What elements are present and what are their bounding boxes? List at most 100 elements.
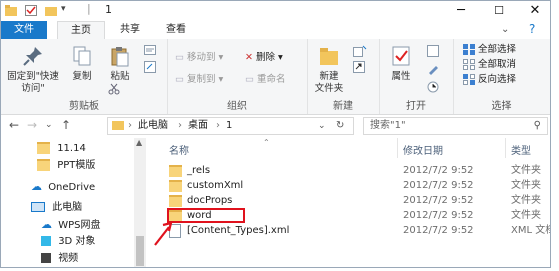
open-icon[interactable] xyxy=(427,45,439,57)
forward-arrow-icon[interactable]: → xyxy=(27,118,37,132)
file-name: [Content_Types].xml xyxy=(187,225,290,236)
nav-item-3d-objects[interactable]: 3D 对象 xyxy=(1,233,95,250)
search-placeholder: 搜索"1" xyxy=(370,120,406,131)
search-box[interactable]: 搜索"1" ⚲ xyxy=(363,117,548,135)
rename-icon: ▭ xyxy=(245,74,254,85)
clipboard-group-label: 剪贴板 xyxy=(69,101,99,112)
column-header-type[interactable]: 类型 xyxy=(511,142,531,157)
folder-icon xyxy=(169,180,182,192)
tab-view[interactable]: 查看 xyxy=(153,21,199,39)
delete-button[interactable]: ✕ 删除 ▾ xyxy=(245,52,283,64)
paste-shortcut-icon[interactable] xyxy=(144,61,156,73)
delete-label: 删除 xyxy=(256,52,276,63)
refresh-icon[interactable]: ↻ xyxy=(336,118,344,134)
move-to-label: 移动到 xyxy=(187,52,216,63)
cube-icon xyxy=(41,236,51,246)
new-folder-button[interactable]: 新建 文件夹 xyxy=(309,45,349,95)
copy-to-button[interactable]: ▭ 复制到 ▾ xyxy=(175,74,223,86)
breadcrumb-desktop[interactable]: 桌面 xyxy=(188,118,208,134)
move-to-button[interactable]: ▭ 移动到 ▾ xyxy=(175,52,223,64)
copy-path-icon[interactable] xyxy=(144,45,156,55)
new-item-icon[interactable] xyxy=(353,45,367,57)
new-folder-quick-icon[interactable] xyxy=(45,5,57,16)
copy-to-icon: ▭ xyxy=(175,74,184,85)
table-row[interactable]: customXml 2012/7/2 9:52 文件夹 xyxy=(147,178,550,193)
address-bar[interactable]: › 此电脑 › 桌面 › 1 ⌄ ↻ xyxy=(107,117,354,135)
file-type: 文件夹 xyxy=(511,195,541,206)
title-separator: | xyxy=(87,2,91,15)
minimize-button[interactable]: ─ xyxy=(441,1,481,21)
select-none-icon xyxy=(463,59,475,70)
file-date: 2012/7/2 9:52 xyxy=(403,180,474,191)
select-none-button[interactable]: 全部取消 xyxy=(463,59,516,71)
edit-icon[interactable] xyxy=(427,63,439,75)
easy-access-icon[interactable] xyxy=(353,61,367,73)
select-group: 全部选择 全部取消 反向选择 选择 xyxy=(453,39,550,114)
table-row[interactable]: [Content_Types].xml 2012/7/2 9:52 XML 文档 xyxy=(147,223,550,238)
nav-item-label: PPT模版 xyxy=(57,160,96,171)
pin-quick-access-button[interactable]: 固定到"快速访问" xyxy=(5,45,61,95)
history-icon[interactable] xyxy=(427,81,439,93)
rename-button[interactable]: ▭ 重命名 xyxy=(245,74,286,86)
back-arrow-icon[interactable]: ← xyxy=(9,118,19,132)
ribbon-expand-icon[interactable]: ⌄ xyxy=(501,24,509,35)
paste-button[interactable]: 粘贴 xyxy=(103,45,137,83)
cut-icon[interactable] xyxy=(108,83,120,95)
scroll-up-icon[interactable]: ▲ xyxy=(136,138,142,147)
nav-item-videos[interactable]: 视频 xyxy=(1,250,78,267)
nav-item-wps-cloud[interactable]: ☁ WPS网盘 xyxy=(1,216,100,233)
organize-group-label: 组织 xyxy=(227,101,247,112)
up-arrow-icon[interactable]: ↑ xyxy=(61,118,71,132)
help-icon[interactable]: ? xyxy=(529,22,535,36)
address-dropdown-icon[interactable]: ⌄ xyxy=(318,118,326,134)
recent-locations-icon[interactable]: ⌄ xyxy=(45,120,53,130)
file-date: 2012/7/2 9:52 xyxy=(403,210,474,221)
copy-label: 复制 xyxy=(72,71,92,82)
invert-selection-icon xyxy=(463,74,475,85)
tab-file[interactable]: 文件 xyxy=(1,21,47,39)
properties-button[interactable]: 属性 xyxy=(383,45,419,83)
nav-item-onedrive[interactable]: ☁ OneDrive xyxy=(1,178,95,195)
table-row[interactable]: docProps 2012/7/2 9:52 文件夹 xyxy=(147,193,550,208)
select-group-label: 选择 xyxy=(491,101,512,112)
column-header-date[interactable]: 修改日期 xyxy=(403,142,443,157)
address-sep-icon: › xyxy=(216,120,220,131)
organize-group: ▭ 移动到 ▾ ▭ 复制到 ▾ ✕ 删除 ▾ ▭ 重命名 组织 xyxy=(167,39,308,114)
new-folder-label: 新建 文件夹 xyxy=(314,71,344,94)
column-header-name[interactable]: 名称 xyxy=(169,142,189,157)
navigation-scrollbar[interactable]: ▲ xyxy=(134,138,146,267)
table-row[interactable]: _rels 2012/7/2 9:52 文件夹 xyxy=(147,163,550,178)
tab-share[interactable]: 共享 xyxy=(107,21,153,39)
scrollbar-thumb[interactable] xyxy=(136,236,144,266)
ribbon: 固定到"快速访问" 复制 粘贴 剪贴板 ▭ 移动到 ▾ ▭ 复制到 ▾ ✕ 删除… xyxy=(1,39,550,115)
file-date: 2012/7/2 9:52 xyxy=(403,225,474,236)
address-folder-icon xyxy=(112,121,124,130)
nav-item-ppt-templates[interactable]: PPT模版 xyxy=(1,157,95,174)
navigation-bar: ← → ⌄ ↑ › 此电脑 › 桌面 › 1 ⌄ ↻ 搜索"1" ⚲ xyxy=(1,115,550,137)
folder-icon xyxy=(169,165,182,177)
breadcrumb-this-pc[interactable]: 此电脑 xyxy=(138,118,168,134)
invert-selection-button[interactable]: 反向选择 xyxy=(463,74,516,86)
copy-button[interactable]: 复制 xyxy=(65,45,99,83)
explorer-window: ▾ | 1 ─ ☐ ✕ 文件 主页 共享 查看 ⌄ ? 固定到"快速访问" 复制 xyxy=(0,0,551,268)
nav-item-this-pc[interactable]: 此电脑 xyxy=(1,199,82,216)
maximize-button[interactable]: ☐ xyxy=(479,1,519,21)
nav-item-11-14[interactable]: 11.14 xyxy=(1,140,86,157)
rename-label: 重命名 xyxy=(257,74,286,85)
paste-icon xyxy=(111,47,129,67)
move-to-icon: ▭ xyxy=(175,52,184,63)
clipboard-group: 固定到"快速访问" 复制 粘贴 剪贴板 xyxy=(1,39,168,114)
title-bar: ▾ | 1 ─ ☐ ✕ xyxy=(1,1,550,21)
nav-item-label: WPS网盘 xyxy=(58,220,101,231)
cloud-icon: ☁ xyxy=(41,218,52,231)
properties-check-icon[interactable] xyxy=(25,5,37,16)
file-name: docProps xyxy=(187,195,233,206)
breadcrumb-current[interactable]: 1 xyxy=(226,118,232,134)
customize-toolbar-icon[interactable]: ▾ xyxy=(61,4,66,14)
file-type: 文件夹 xyxy=(511,210,541,221)
new-group-label: 新建 xyxy=(333,101,353,112)
tab-home[interactable]: 主页 xyxy=(57,21,105,41)
select-all-button[interactable]: 全部选择 xyxy=(463,44,516,56)
nav-item-label: 视频 xyxy=(58,253,79,264)
close-button[interactable]: ✕ xyxy=(515,1,550,21)
